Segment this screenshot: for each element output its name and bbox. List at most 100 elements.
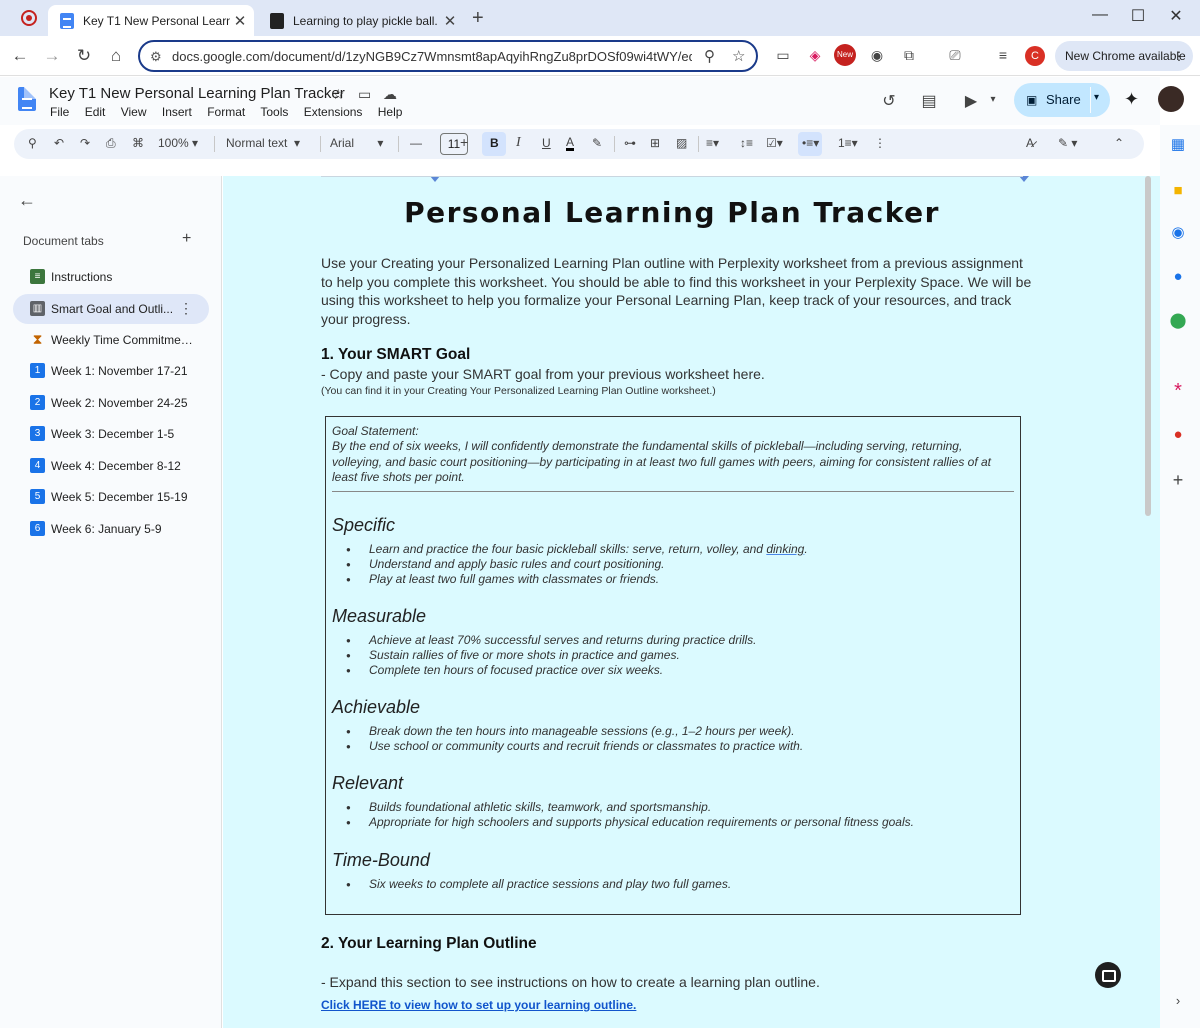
- line-spacing-icon[interactable]: ↕≡: [740, 136, 753, 150]
- undo-icon[interactable]: ↶: [54, 136, 64, 150]
- keep-icon[interactable]: ■: [1168, 181, 1188, 201]
- insert-link-icon[interactable]: ⊶: [624, 136, 636, 150]
- doc-tab-week-3[interactable]: 3 Week 3: December 1-5: [13, 419, 209, 449]
- close-tab-icon[interactable]: ✕: [230, 12, 250, 30]
- screen-search-icon[interactable]: ⎚: [944, 44, 966, 66]
- more-options-icon[interactable]: ⋮: [874, 136, 886, 150]
- doc-tab-weekly-time[interactable]: ⧗ Weekly Time Commitment ...: [13, 325, 209, 355]
- more-menu-icon[interactable]: ⋮: [1173, 41, 1185, 71]
- menu-file[interactable]: File: [50, 105, 69, 119]
- share-dropdown-icon[interactable]: ▾: [1094, 92, 1099, 103]
- close-tab-icon[interactable]: ✕: [440, 12, 460, 30]
- menu-view[interactable]: View: [121, 105, 147, 119]
- asterisk-addon-icon[interactable]: *: [1168, 381, 1188, 401]
- doc-tab-instructions[interactable]: ≡ Instructions: [13, 262, 209, 292]
- site-info-icon[interactable]: ⚙: [150, 49, 162, 65]
- doc-tab-week-2[interactable]: 2 Week 2: November 24-25: [13, 388, 209, 418]
- reload-icon[interactable]: ↻: [72, 44, 96, 68]
- bookmark-star-icon[interactable]: ☆: [732, 47, 745, 65]
- menu-edit[interactable]: Edit: [85, 105, 106, 119]
- add-tab-icon[interactable]: +: [182, 230, 191, 248]
- redo-icon[interactable]: ↷: [80, 136, 90, 150]
- number-4-icon: 4: [30, 458, 45, 473]
- menu-insert[interactable]: Insert: [162, 105, 192, 119]
- search-menus-icon[interactable]: ⚲: [28, 136, 37, 150]
- puzzle-extensions-icon[interactable]: ⧉: [898, 44, 920, 66]
- get-addons-icon[interactable]: +: [1168, 470, 1188, 490]
- bold-button[interactable]: B: [490, 136, 499, 150]
- editing-mode-icon[interactable]: ✎ ▾: [1058, 136, 1077, 150]
- browser-tab-perplexity[interactable]: Learning to play pickle ball. ✕: [258, 5, 464, 36]
- italic-button[interactable]: I: [516, 135, 521, 151]
- print-icon[interactable]: ⎙: [106, 136, 116, 151]
- maps-icon[interactable]: ⬤: [1168, 311, 1188, 331]
- cast-icon[interactable]: ▭: [772, 44, 794, 66]
- browser-tab-docs[interactable]: Key T1 New Personal Learning P ✕: [48, 5, 254, 36]
- underline-button[interactable]: U: [542, 136, 551, 150]
- bulleted-list-icon[interactable]: •≡▾: [802, 136, 819, 150]
- document-canvas[interactable]: Personal Learning Plan Tracker Use your …: [223, 176, 1160, 1028]
- menu-help[interactable]: Help: [378, 105, 403, 119]
- menu-tools[interactable]: Tools: [260, 105, 288, 119]
- document-title[interactable]: Key T1 New Personal Learning Plan Tracke…: [49, 85, 345, 102]
- gemini-fab-icon[interactable]: [1095, 962, 1121, 988]
- zoom-select[interactable]: 100% ▾: [158, 136, 198, 150]
- maximize-icon[interactable]: ☐: [1126, 6, 1150, 26]
- profile-avatar[interactable]: C: [1025, 46, 1045, 66]
- insert-image-icon[interactable]: ▨: [676, 136, 687, 150]
- document-scrollbar[interactable]: [1145, 176, 1151, 516]
- doc-tab-week-5[interactable]: 5 Week 5: December 15-19: [13, 482, 209, 512]
- menu-extensions[interactable]: Extensions: [304, 105, 363, 119]
- minimize-icon[interactable]: —: [1088, 6, 1112, 24]
- gemini-icon[interactable]: ✦: [1124, 89, 1139, 110]
- microphone-icon[interactable]: ●: [1168, 425, 1188, 445]
- tab-options-icon[interactable]: ⋮: [179, 300, 193, 317]
- move-folder-icon[interactable]: ▭: [358, 86, 371, 103]
- highlight-icon[interactable]: ✎: [592, 136, 602, 150]
- contacts-icon[interactable]: ●: [1168, 267, 1188, 287]
- new-chrome-available-button[interactable]: New Chrome available ⋮: [1055, 41, 1193, 71]
- align-icon[interactable]: ≡▾: [706, 136, 719, 150]
- checklist-icon[interactable]: ☑▾: [766, 136, 783, 150]
- meet-icon[interactable]: ▶: [960, 91, 982, 111]
- home-icon[interactable]: ⌂: [104, 44, 128, 68]
- extension-icon[interactable]: ◈: [804, 44, 826, 66]
- tasks-icon[interactable]: ◉: [1168, 223, 1188, 243]
- numbered-list-icon[interactable]: 1≡▾: [838, 136, 858, 150]
- docs-logo-icon[interactable]: [18, 87, 36, 111]
- extension-circle-icon[interactable]: ◉: [866, 44, 888, 66]
- zoom-icon[interactable]: ⚲: [704, 47, 715, 65]
- decrease-font-icon[interactable]: —: [410, 136, 422, 150]
- hide-menus-icon[interactable]: ⌃: [1114, 136, 1124, 150]
- paint-format-icon[interactable]: ⌘: [132, 136, 144, 150]
- share-button[interactable]: ▣ Share ▾: [1014, 83, 1110, 117]
- show-side-panel-icon[interactable]: ›: [1168, 991, 1188, 1011]
- star-icon[interactable]: ☆: [332, 86, 345, 103]
- learning-outline-link[interactable]: Click HERE to view how to set up your le…: [321, 998, 636, 1012]
- reading-list-icon[interactable]: ≡: [992, 44, 1014, 66]
- doc-tab-smart-goal[interactable]: ▥ Smart Goal and Outli... ⋮: [13, 294, 209, 324]
- text-color-button[interactable]: A: [566, 136, 575, 151]
- new-extension-icon[interactable]: New: [834, 44, 856, 66]
- doc-tab-week-1[interactable]: 1 Week 1: November 17-21: [13, 356, 209, 386]
- version-history-icon[interactable]: ↺: [878, 91, 900, 111]
- style-select[interactable]: Normal text ▾: [226, 136, 300, 150]
- account-avatar[interactable]: [1158, 86, 1184, 112]
- font-select[interactable]: Arial ▾: [330, 136, 383, 150]
- forward-icon[interactable]: →: [40, 44, 64, 68]
- close-window-icon[interactable]: ✕: [1164, 6, 1188, 26]
- add-comment-icon[interactable]: ⊞: [650, 136, 660, 150]
- comments-icon[interactable]: ▤: [918, 91, 940, 111]
- doc-tab-week-4[interactable]: 4 Week 4: December 8-12: [13, 451, 209, 481]
- menu-format[interactable]: Format: [207, 105, 245, 119]
- calendar-icon[interactable]: ▦: [1168, 135, 1188, 155]
- close-outline-icon[interactable]: ←: [18, 190, 36, 211]
- address-bar[interactable]: ⚙ docs.google.com/document/d/1zyNGB9Cz7W…: [138, 40, 758, 72]
- spellcheck-icon[interactable]: A̷: [1026, 136, 1034, 150]
- increase-font-icon[interactable]: +: [460, 134, 468, 150]
- back-icon[interactable]: ←: [8, 44, 32, 68]
- doc-tab-week-6[interactable]: 6 Week 6: January 5-9: [13, 514, 209, 544]
- new-tab-icon[interactable]: +: [472, 7, 484, 30]
- meet-dropdown-icon[interactable]: ▾: [982, 94, 1004, 105]
- spelling-flag-word[interactable]: dinking: [766, 542, 804, 556]
